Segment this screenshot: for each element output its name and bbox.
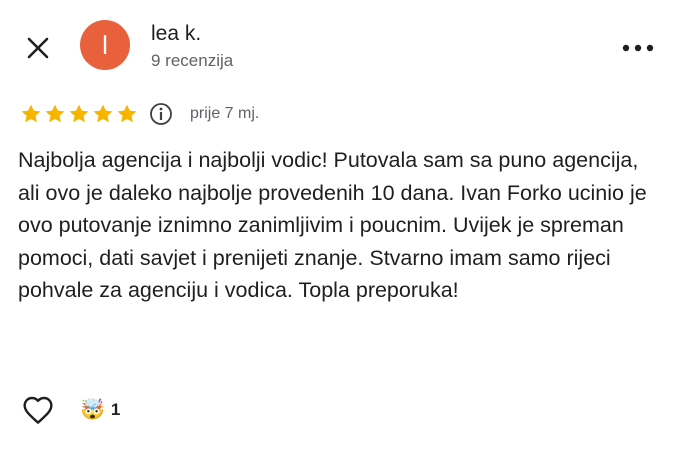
star-icon [20, 103, 42, 125]
mind-blown-emoji-icon: 🤯 [80, 399, 105, 421]
star-icon [44, 103, 66, 125]
like-button[interactable] [20, 392, 56, 428]
more-horizontal-icon [622, 44, 654, 52]
close-icon [27, 37, 49, 59]
reviewer-name[interactable]: lea k. [151, 22, 201, 46]
close-button[interactable] [20, 30, 56, 66]
review-date: prije 7 mj. [190, 105, 260, 122]
rating-row: prije 7 mj. [20, 99, 259, 129]
review-text: Najbolja agencija i najbolji vodic! Puto… [18, 148, 647, 302]
heart-icon [23, 396, 53, 424]
reviewer-review-count: 9 recenzija [151, 51, 234, 70]
reaction-count: 1 [110, 400, 121, 419]
info-button[interactable] [148, 101, 174, 127]
star-icon [92, 103, 114, 125]
reaction-button[interactable]: 🤯 1 [80, 400, 120, 420]
more-options-button[interactable] [618, 30, 658, 66]
star-rating [20, 103, 138, 125]
info-icon [150, 103, 172, 125]
avatar-initial: l [102, 29, 108, 60]
star-icon [116, 103, 138, 125]
avatar[interactable]: l [80, 20, 130, 70]
star-icon [68, 103, 90, 125]
review-actions: 🤯 1 [20, 392, 120, 428]
